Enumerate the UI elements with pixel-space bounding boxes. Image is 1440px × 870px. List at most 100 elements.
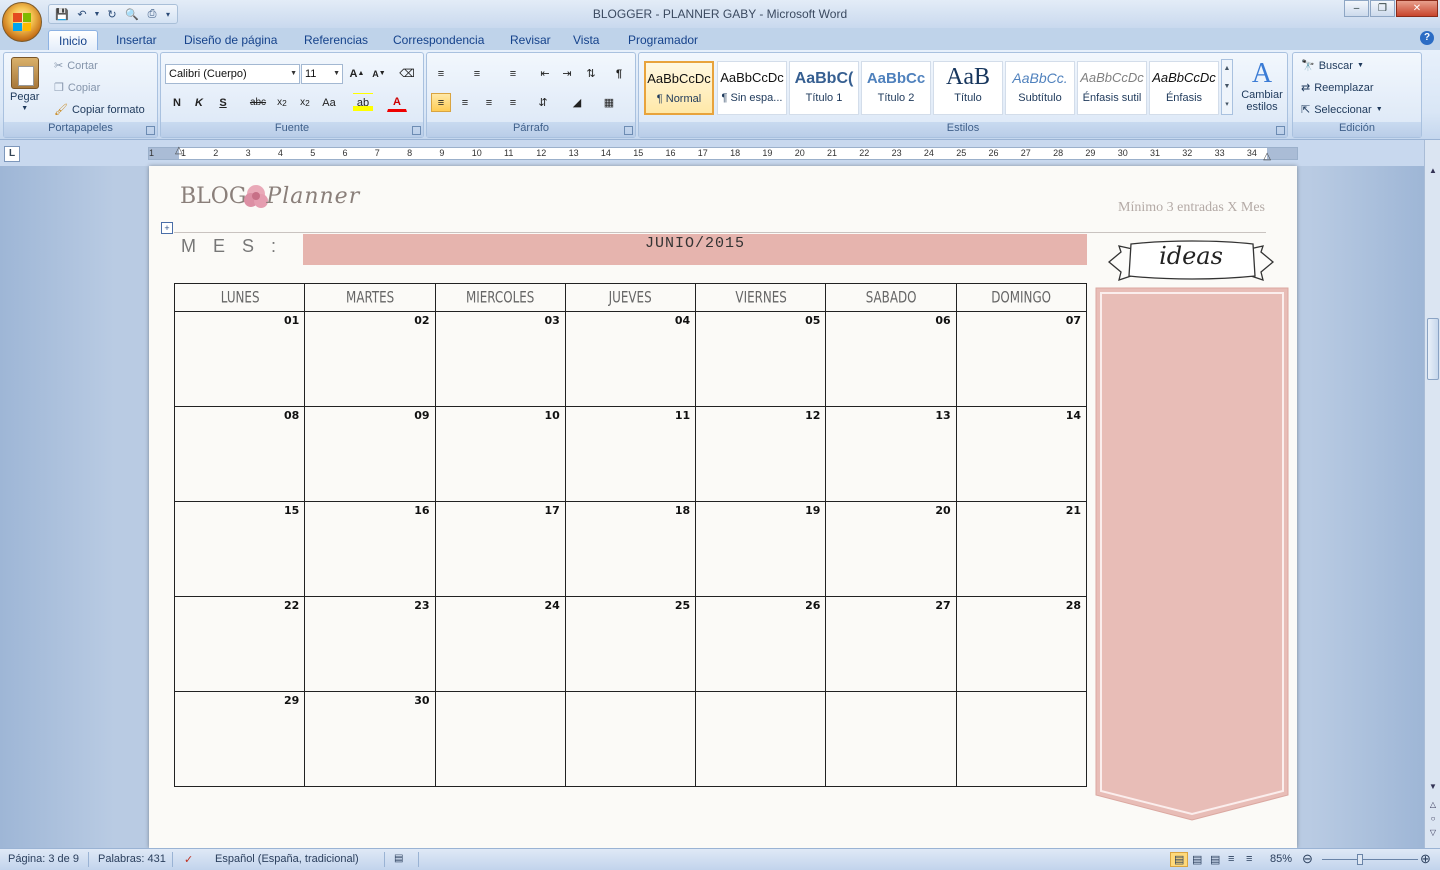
browse-object-icon[interactable]: ○	[1427, 814, 1439, 826]
prev-page-icon[interactable]: △	[1427, 800, 1439, 812]
tab-vista[interactable]: Vista	[563, 30, 609, 50]
calendar-day-cell[interactable]: 30	[304, 691, 436, 787]
bold-button[interactable]: N	[167, 93, 187, 112]
indent-marker-icon[interactable]: △	[175, 145, 183, 156]
tab-selector[interactable]: L	[4, 146, 20, 162]
calendar-day-cell[interactable]: 13	[825, 406, 957, 502]
web-layout-icon[interactable]: ▤	[1210, 853, 1220, 866]
copy-button[interactable]: ❐ Copiar	[54, 81, 100, 95]
align-center-icon[interactable]: ≡	[455, 93, 475, 112]
calendar-day-cell[interactable]: 20	[825, 501, 957, 597]
dialog-launcher-icon[interactable]	[412, 126, 421, 135]
calendar-day-cell[interactable]: 27	[825, 596, 957, 692]
cut-button[interactable]: ✂ Cortar	[54, 59, 98, 73]
calendar-day-cell[interactable]: 12	[695, 406, 827, 502]
calendar-day-cell[interactable]: 16	[304, 501, 436, 597]
calendar-day-cell[interactable]: 09	[304, 406, 436, 502]
styles-scroll[interactable]: ▲ ▼ ▾	[1221, 59, 1233, 115]
calendar-day-cell[interactable]: 05	[695, 311, 827, 407]
subscript-button[interactable]: x2	[272, 93, 292, 112]
minimize-button[interactable]: –	[1344, 0, 1369, 17]
font-color-icon[interactable]: A	[387, 93, 407, 112]
calendar-day-cell[interactable]: 29	[173, 691, 306, 787]
tab-diseno-pagina[interactable]: Diseño de página	[174, 30, 287, 50]
align-left-icon[interactable]: ≡	[431, 93, 451, 112]
font-size-select[interactable]: 11 ▼	[301, 64, 343, 84]
print-layout-view-icon[interactable]: ▤	[1170, 852, 1189, 867]
undo-icon[interactable]: ↶	[73, 6, 91, 22]
superscript-button[interactable]: x2	[295, 93, 315, 112]
tab-insertar[interactable]: Insertar	[106, 30, 167, 50]
help-icon[interactable]: ?	[1420, 31, 1434, 45]
customize-toolbar-icon[interactable]: ▾	[163, 6, 173, 22]
grow-font-button[interactable]: A ▲	[347, 64, 367, 83]
font-name-select[interactable]: Calibri (Cuerpo) ▼	[165, 64, 300, 84]
tab-revisar[interactable]: Revisar	[500, 30, 561, 50]
redo-icon[interactable]: ↻	[103, 6, 121, 22]
increase-indent-icon[interactable]: ⇥	[557, 64, 577, 83]
calendar-day-cell[interactable]: 07	[955, 311, 1088, 407]
change-styles-button[interactable]: A Cambiar estilos	[1239, 59, 1285, 114]
highlight-icon[interactable]: ab	[353, 93, 373, 112]
quick-print-icon[interactable]: ⎙	[143, 6, 161, 22]
calendar-day-cell[interactable]: 28	[955, 596, 1088, 692]
zoom-out-icon[interactable]: ⊖	[1302, 851, 1313, 867]
restore-button[interactable]: ❐	[1370, 0, 1395, 17]
borders-icon[interactable]: ▦	[599, 93, 619, 112]
calendar-day-cell[interactable]: 21	[955, 501, 1088, 597]
document-page[interactable]: BLOG Planner Mínimo 3 entradas X Mes + M …	[149, 166, 1297, 848]
numbering-icon[interactable]: ≡	[467, 64, 487, 83]
replace-button[interactable]: ⇄ Reemplazar	[1301, 81, 1374, 95]
month-value[interactable]: JUNIO/2015	[303, 234, 1087, 265]
calendar-day-cell[interactable]: 01	[173, 311, 306, 407]
select-button[interactable]: ⇱ Seleccionar ▼	[1301, 103, 1383, 117]
page-indicator[interactable]: Página: 3 de 9	[8, 853, 79, 865]
format-painter-button[interactable]: 🖌 Copiar formato	[54, 103, 145, 117]
draft-view-icon[interactable]: ≡	[1246, 853, 1252, 865]
style-subtitulo[interactable]: AaBbCc. Subtítulo	[1005, 61, 1075, 115]
calendar-day-cell[interactable]: 25	[564, 596, 697, 692]
dialog-launcher-icon[interactable]	[1276, 126, 1285, 135]
calendar-day-cell[interactable]: 08	[173, 406, 306, 502]
word-count[interactable]: Palabras: 431	[98, 853, 166, 865]
office-button[interactable]	[2, 2, 42, 42]
calendar-day-cell[interactable]: 22	[173, 596, 306, 692]
calendar-day-cell[interactable]	[564, 691, 697, 787]
save-icon[interactable]: 💾	[53, 6, 71, 22]
find-button[interactable]: 🔭 Buscar ▼	[1301, 59, 1364, 73]
ideas-panel[interactable]	[1095, 287, 1289, 821]
dialog-launcher-icon[interactable]	[146, 126, 155, 135]
calendar-day-cell[interactable]: 14	[955, 406, 1088, 502]
scroll-thumb[interactable]	[1427, 318, 1439, 380]
calendar-day-cell[interactable]: 18	[564, 501, 697, 597]
scroll-down-icon[interactable]: ▼	[1427, 782, 1439, 794]
shading-icon[interactable]: ◢	[567, 93, 587, 112]
zoom-slider-thumb[interactable]	[1357, 854, 1363, 865]
style-enfasis-sutil[interactable]: AaBbCcDc Énfasis sutil	[1077, 61, 1147, 115]
horizontal-ruler[interactable]: 1 1 2 3 4 5 6 7 8 9 10 11 12 13 14 15 16 17 18 19 20 21 22 23 24…	[148, 145, 1298, 162]
calendar-day-cell[interactable]: 11	[564, 406, 697, 502]
calendar-day-cell[interactable]: 04	[564, 311, 697, 407]
outline-view-icon[interactable]: ≡	[1228, 853, 1234, 865]
right-indent-marker-icon[interactable]: △	[1263, 151, 1271, 162]
justify-icon[interactable]: ≡	[503, 93, 523, 112]
calendar-day-cell[interactable]: 03	[434, 311, 566, 407]
align-right-icon[interactable]: ≡	[479, 93, 499, 112]
bullets-icon[interactable]: ≡	[431, 64, 451, 83]
style-sin-espaciado[interactable]: AaBbCcDc ¶ Sin espa...	[717, 61, 787, 115]
pilcrow-icon[interactable]: ¶	[609, 64, 629, 83]
style-normal[interactable]: AaBbCcDc ¶ Normal	[644, 61, 714, 115]
calendar-day-cell[interactable]: 02	[304, 311, 436, 407]
zoom-in-icon[interactable]: ⊕	[1420, 851, 1431, 867]
multilevel-list-icon[interactable]: ≡	[503, 64, 523, 83]
tab-correspondencia[interactable]: Correspondencia	[383, 30, 494, 50]
change-case-button[interactable]: Aa	[319, 93, 339, 112]
zoom-level[interactable]: 85%	[1270, 853, 1292, 865]
scroll-up-icon[interactable]: ▲	[1427, 166, 1439, 178]
close-button[interactable]: ✕	[1396, 0, 1438, 17]
tab-programador[interactable]: Programador	[618, 30, 708, 50]
line-spacing-icon[interactable]: ⇵	[533, 93, 553, 112]
calendar-day-cell[interactable]	[955, 691, 1088, 787]
tab-inicio[interactable]: Inicio	[48, 30, 99, 50]
style-titulo[interactable]: AaB Título	[933, 61, 1003, 115]
